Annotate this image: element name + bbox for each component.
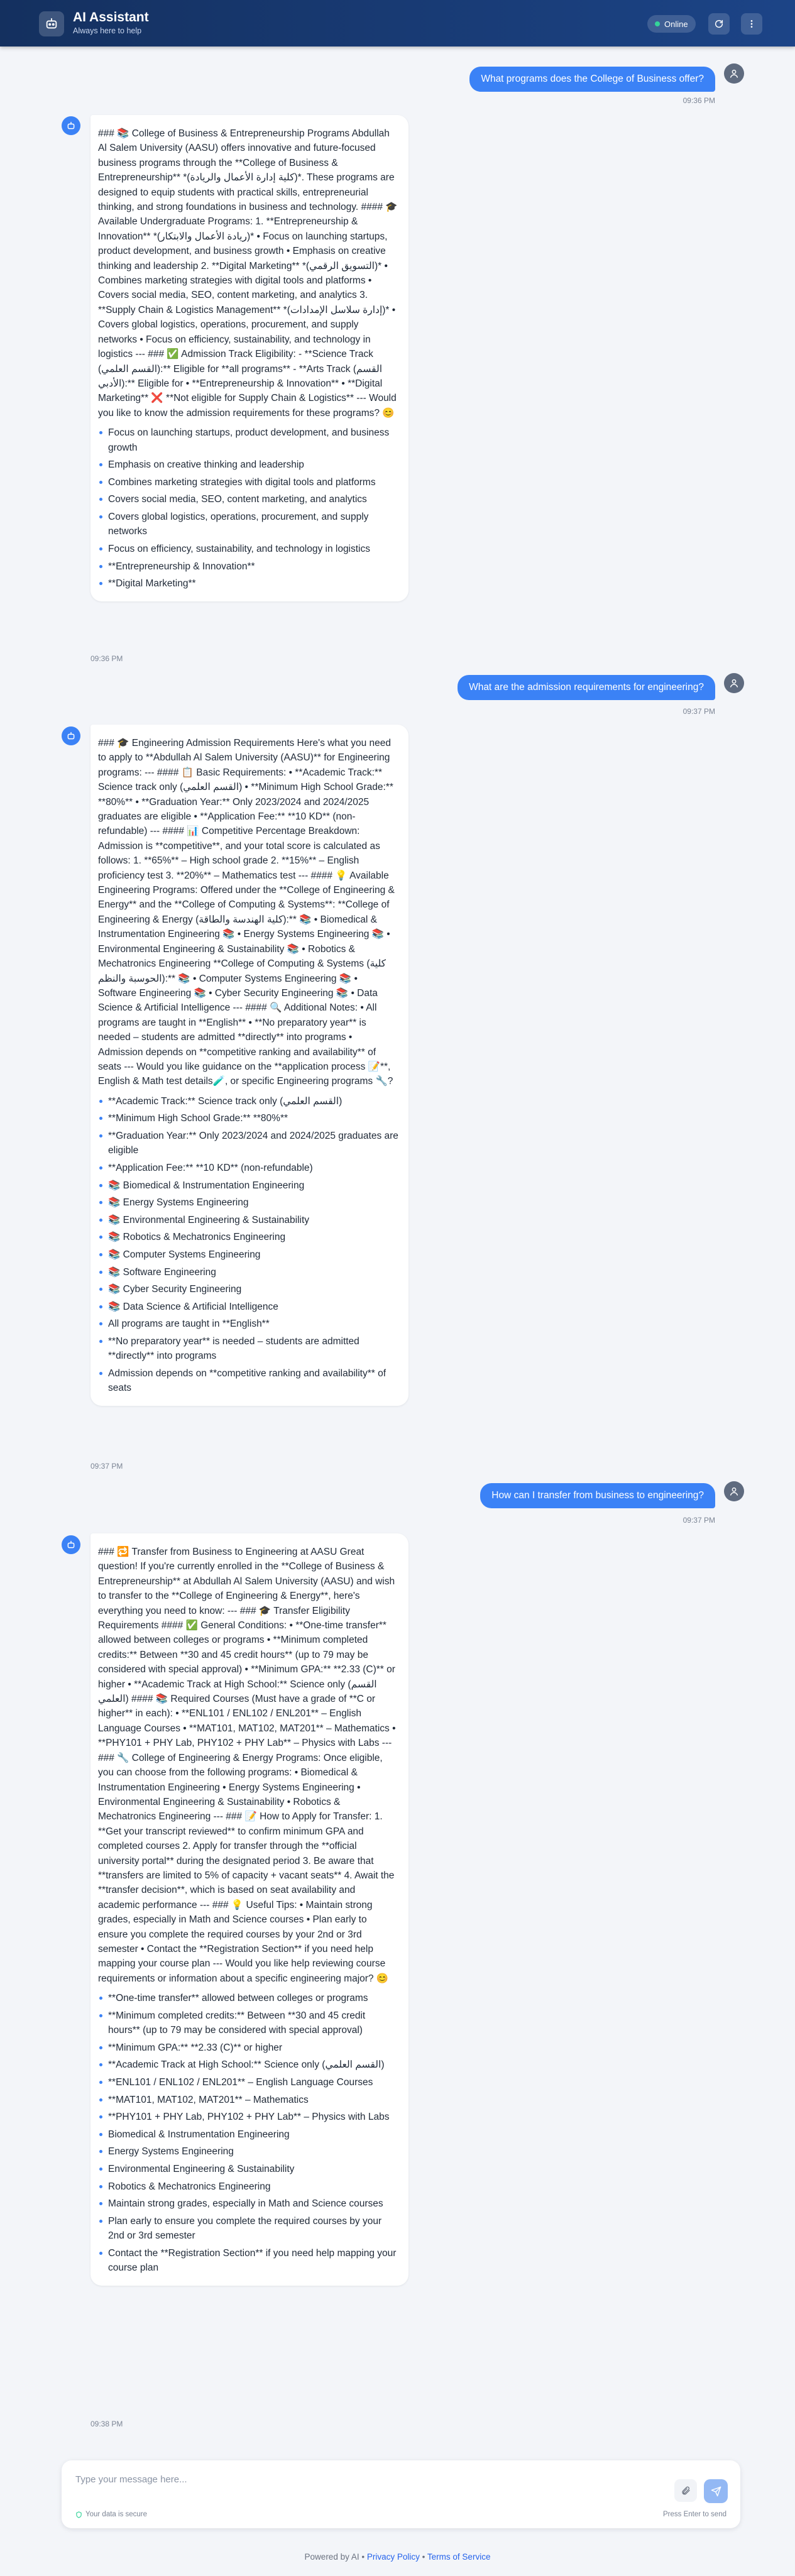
attach-button[interactable] [674,2479,697,2502]
list-item: **Academic Track:** Science track only (… [98,1094,398,1109]
assistant-bullet-list: **Academic Track:** Science track only (… [98,1094,398,1396]
header-title-block: AI Assistant Always here to help [73,10,149,36]
message-composer: Your data is secure Press Enter to send [62,2460,740,2528]
list-item: 📚 Software Engineering [98,1265,398,1280]
send-icon [711,2486,721,2496]
list-item: Environmental Engineering & Sustainabili… [98,2162,398,2176]
page-footer: Powered by AI • Privacy Policy • Terms o… [0,2552,795,2562]
list-item: **One-time transfer** allowed between co… [98,1991,398,2005]
list-item: Maintain strong grades, especially in Ma… [98,2196,398,2211]
refresh-icon [715,19,723,28]
footer-powered-by: Powered by AI [304,2552,359,2562]
assistant-avatar-icon [62,116,80,135]
list-item: **Academic Track at High School:** Scien… [98,2058,398,2072]
list-item: Focus on efficiency, sustainability, and… [98,542,398,556]
footer-separator: • [361,2552,365,2562]
more-options-button[interactable] [741,13,762,35]
assistant-bullet-list: **One-time transfer** allowed between co… [98,1991,398,2275]
list-item: Biomedical & Instrumentation Engineering [98,2127,398,2142]
refresh-button[interactable] [708,13,730,35]
more-vertical-icon [750,20,753,28]
list-item: 📚 Robotics & Mechatronics Engineering [98,1230,398,1244]
footer-separator: • [422,2552,425,2562]
assistant-message-text: ### 🎓 Engineering Admission Requirements… [98,738,395,1087]
assistant-avatar-icon [62,1535,80,1554]
list-item: Robotics & Mechatronics Engineering [98,2179,398,2194]
status-badge: Online [647,15,696,33]
list-item: Focus on launching startups, product dev… [98,425,398,455]
shield-icon [76,2511,82,2518]
list-item: **Graduation Year:** Only 2023/2024 and … [98,1129,398,1158]
app-header: AI Assistant Always here to help Online [0,0,795,47]
status-label: Online [664,19,688,29]
list-item: **Digital Marketing** [98,576,398,591]
secure-note: Your data is secure [75,2511,147,2518]
list-item: **MAT101, MAT102, MAT201** – Mathematics [98,2093,398,2107]
user-avatar-icon [724,63,744,84]
paperclip-icon [682,2486,690,2495]
message-timestamp: 09:36 PM [90,654,123,663]
list-item: Covers global logistics, operations, pro… [98,510,398,539]
app-title: AI Assistant [73,10,149,25]
online-dot-icon [655,21,660,26]
user-message: How can I transfer from business to engi… [480,1483,715,1508]
assistant-avatar-icon [62,726,80,745]
send-button[interactable] [704,2479,728,2503]
list-item: Energy Systems Engineering [98,2144,398,2159]
user-message: What programs does the College of Busine… [469,67,715,92]
list-item: **ENL101 / ENL102 / ENL201** – English L… [98,2075,398,2090]
assistant-message-text: ### 📚 College of Business & Entrepreneur… [98,128,398,419]
enter-hint: Press Enter to send [663,2511,726,2518]
list-item: Plan early to ensure you complete the re… [98,2214,398,2244]
privacy-policy-link[interactable]: Privacy Policy [367,2552,420,2562]
list-item: Covers social media, SEO, content market… [98,492,398,507]
list-item: Admission depends on **competitive ranki… [98,1366,398,1396]
assistant-message: ### 🎓 Engineering Admission Requirements… [90,725,408,1406]
list-item: 📚 Energy Systems Engineering [98,1195,398,1210]
list-item: **Minimum GPA:** **2.33 (C)** or higher [98,2041,398,2055]
list-item: **PHY101 + PHY Lab, PHY102 + PHY Lab** –… [98,2110,398,2124]
assistant-message-text: ### 🔁 Transfer from Business to Engineer… [98,1547,396,1984]
list-item: **Minimum completed credits:** Between *… [98,2009,398,2038]
list-item: **Application Fee:** **10 KD** (non-refu… [98,1161,398,1175]
list-item: Combines marketing strategies with digit… [98,475,398,490]
assistant-message: ### 🔁 Transfer from Business to Engineer… [90,1533,408,2286]
user-avatar-icon [724,1481,744,1501]
list-item: 📚 Biomedical & Instrumentation Engineeri… [98,1178,398,1193]
list-item: 📚 Computer Systems Engineering [98,1247,398,1262]
assistant-bullet-list: Focus on launching startups, product dev… [98,425,398,591]
list-item: Emphasis on creative thinking and leader… [98,458,398,472]
message-timestamp: 09:37 PM [683,1516,715,1525]
chat-bot-icon [39,11,64,36]
message-timestamp: 09:36 PM [683,96,715,105]
list-item: 📚 Environmental Engineering & Sustainabi… [98,1213,398,1227]
list-item: **Minimum High School Grade:** **80%** [98,1111,398,1126]
message-timestamp: 09:38 PM [90,2420,123,2428]
app-subtitle: Always here to help [73,26,142,35]
message-input[interactable] [75,2470,591,2488]
message-timestamp: 09:37 PM [683,707,715,716]
list-item: 📚 Cyber Security Engineering [98,1282,398,1296]
user-avatar-icon [724,673,744,693]
message-timestamp: 09:37 PM [90,1462,123,1471]
terms-of-service-link[interactable]: Terms of Service [427,2552,491,2562]
list-item: All programs are taught in **English** [98,1317,398,1331]
secure-note-text: Your data is secure [85,2511,148,2518]
list-item: **Entrepreneurship & Innovation** [98,559,398,574]
list-item: **No preparatory year** is needed – stud… [98,1334,398,1364]
list-item: Contact the **Registration Section** if … [98,2246,398,2276]
assistant-message: ### 📚 College of Business & Entrepreneur… [90,115,408,601]
list-item: 📚 Data Science & Artificial Intelligence [98,1300,398,1314]
user-message: What are the admission requirements for … [458,675,715,700]
